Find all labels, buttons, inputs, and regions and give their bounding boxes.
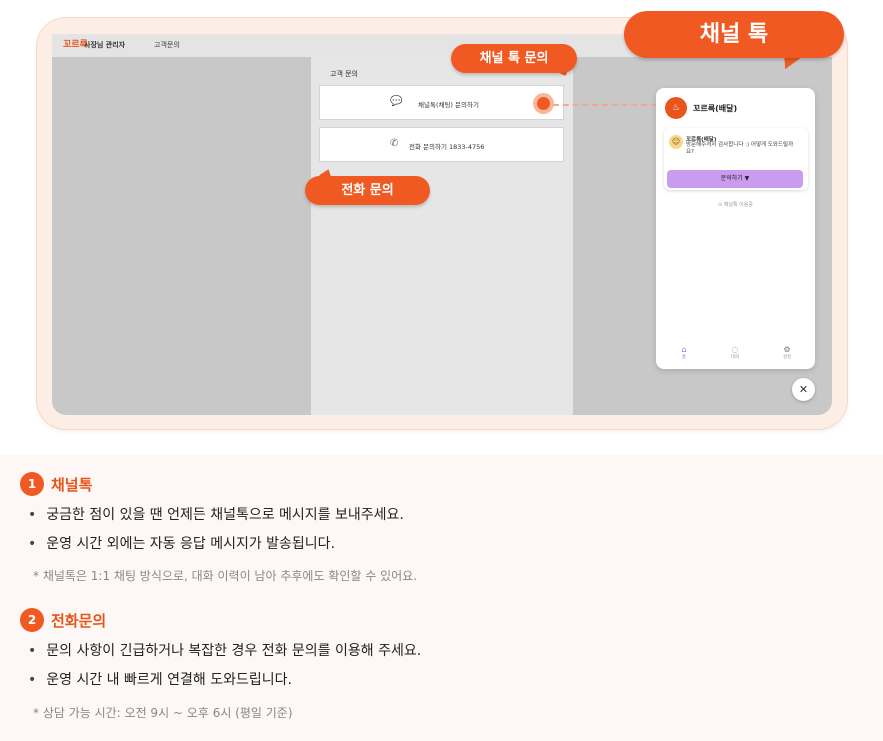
- gear-icon: ⚙: [783, 345, 791, 354]
- inquiry-panel: 고객 문의 💬 채널톡(채팅) 문의하기 ✆ 전화 문의하기 1833-4756: [311, 57, 573, 415]
- close-button[interactable]: ✕: [792, 378, 815, 401]
- tab-settings[interactable]: ⚙ 설정: [772, 345, 802, 360]
- widget-tabs: ⌂ 홈 ◌ 대화 ⚙ 설정: [656, 345, 815, 365]
- bullet-item: 운영 시간 외에는 자동 응답 메시지가 발송됩니다.: [28, 533, 335, 553]
- channel-talk-option[interactable]: 💬 채널톡(채팅) 문의하기: [319, 85, 564, 120]
- tab-chats[interactable]: ◌ 대화: [720, 345, 750, 360]
- section-note: * 상담 가능 시간: 오전 9시 ~ 오후 6시 (평일 기준): [33, 706, 293, 720]
- tab-settings-label: 설정: [782, 355, 792, 360]
- brand-title: 사장님 관리자: [84, 41, 126, 49]
- callout-phone-inquiry: 전화 문의: [305, 176, 430, 205]
- section-channel-header: 1 채널톡: [20, 472, 92, 496]
- sender-avatar: ☺: [669, 135, 683, 149]
- phone-option-label: 전화 문의하기 1833-4756: [409, 143, 485, 151]
- bullet-item: 문의 사항이 긴급하거나 복잡한 경우 전화 문의를 이용해 주세요.: [28, 640, 421, 660]
- bullet-item: 운영 시간 내 빠르게 연결해 도와드립니다.: [28, 669, 292, 689]
- widget-title: 꼬르륵(배달): [693, 104, 738, 113]
- highlight-dot: [533, 93, 554, 114]
- section-label: 고객 문의: [330, 70, 358, 78]
- tab-chats-label: 대화: [730, 355, 740, 360]
- stage: 꼬르륵 사장님 관리자 고객문의 고객 문의 💬 채널톡(채팅) 문의하기 ✆ …: [0, 0, 883, 741]
- powered-by-label: ⊙ 채널톡 이용중: [718, 202, 753, 208]
- home-icon: ⌂: [681, 345, 687, 354]
- info-section: 1 채널톡 궁금한 점이 있을 땐 언제든 채널톡으로 메시지를 보내주세요. …: [0, 455, 883, 741]
- callout-channel-inquiry: 채널 톡 문의: [451, 44, 577, 73]
- dashed-connector: [553, 104, 657, 106]
- channel-option-label: 채널톡(채팅) 문의하기: [418, 101, 479, 109]
- tab-home[interactable]: ⌂ 홈: [669, 345, 699, 360]
- phone-option[interactable]: ✆ 전화 문의하기 1833-4756: [319, 127, 564, 162]
- bullet-item: 궁금한 점이 있을 땐 언제든 채널톡으로 메시지를 보내주세요.: [28, 504, 404, 524]
- section-note: * 채널톡은 1:1 채팅 방식으로, 대화 이력이 남아 추후에도 확인할 수…: [33, 569, 418, 583]
- welcome-message: ☺ 꼬르륵(배달) 방문해주셔서 감사합니다 :) 어떻게 도와드릴까요? 문의…: [664, 128, 808, 190]
- inquire-button[interactable]: 문의하기 ▼: [667, 170, 803, 188]
- nav-customer-inquiry[interactable]: 고객문의: [154, 40, 180, 50]
- phone-icon: ✆: [390, 138, 399, 149]
- section-number: 2: [20, 608, 44, 632]
- widget-avatar: ♨: [665, 97, 687, 119]
- chat-bubble-icon: ◌: [731, 345, 739, 354]
- chat-widget: ♨ 꼬르륵(배달) ☺ 꼬르륵(배달) 방문해주셔서 감사합니다 :) 어떻게 …: [656, 88, 815, 369]
- section-title: 전화문의: [51, 611, 107, 630]
- chat-icon: 💬: [390, 96, 403, 107]
- section-number: 1: [20, 472, 44, 496]
- tab-home-label: 홈: [681, 355, 687, 360]
- message-text: 방문해주셔서 감사합니다 :) 어떻게 도와드릴까요?: [686, 142, 794, 155]
- callout-channel-talk: 채널 톡: [624, 11, 844, 58]
- section-phone-header: 2 전화문의: [20, 608, 106, 632]
- section-title: 채널톡: [51, 475, 93, 494]
